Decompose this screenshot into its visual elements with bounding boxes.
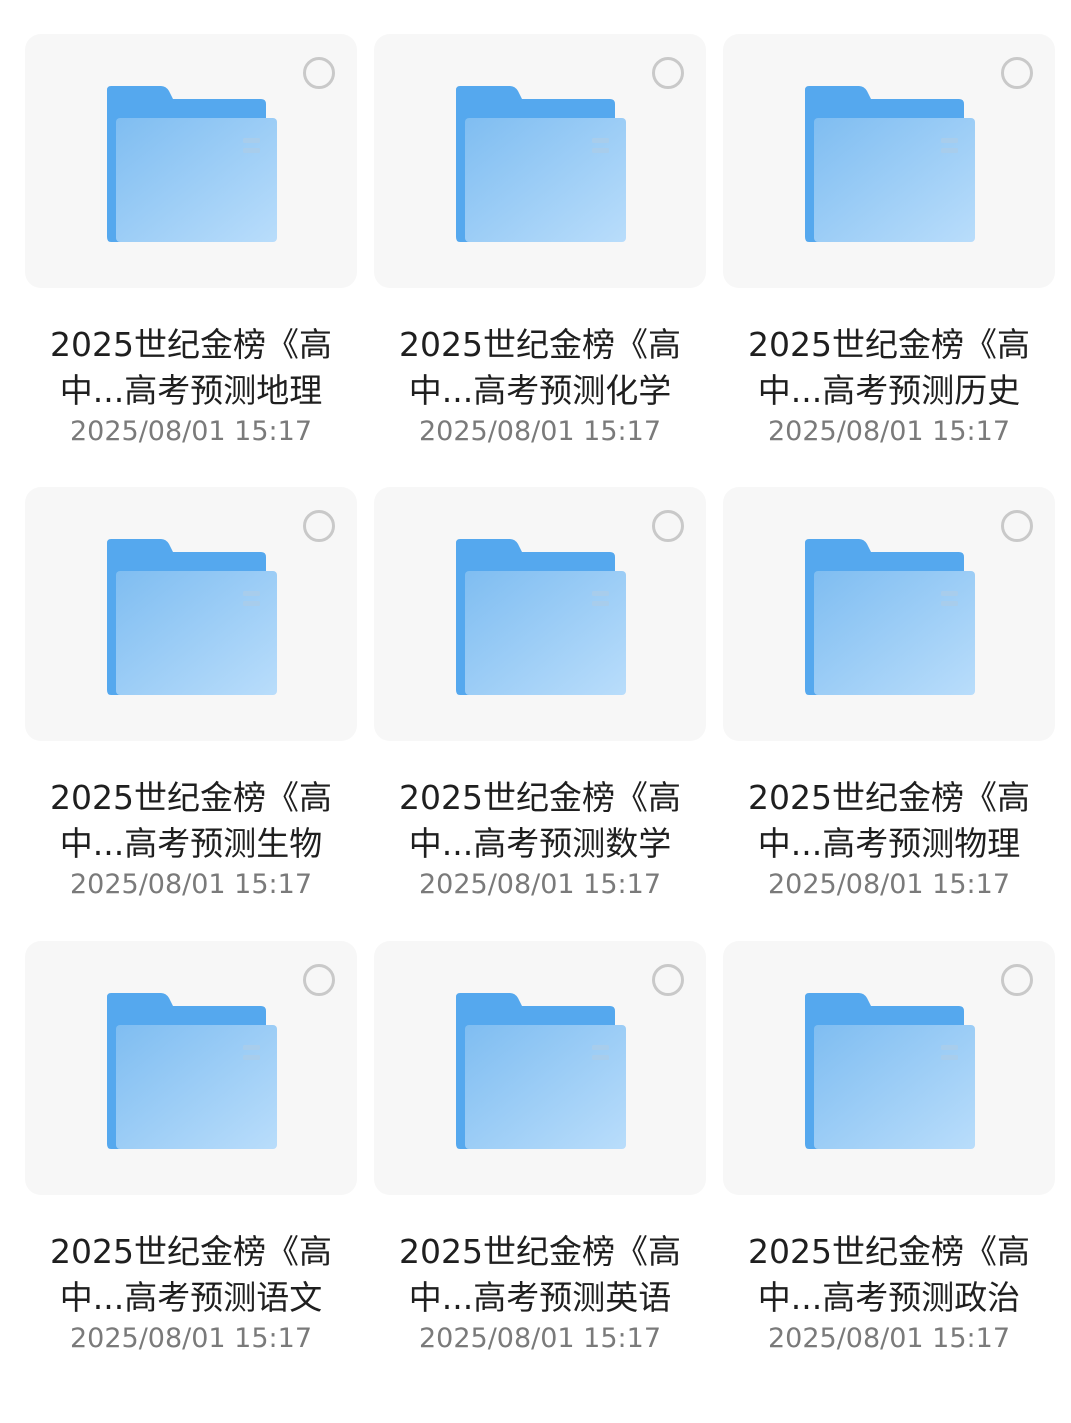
folder-icon [107, 993, 277, 1149]
file-name: 2025世纪金榜《高 中...高考预测生物 [25, 775, 357, 867]
folder-icon [107, 86, 277, 242]
file-date: 2025/08/01 15:17 [418, 416, 661, 447]
folder-item[interactable]: 2025世纪金榜《高 中...高考预测英语 2025/08/01 15:17 [374, 941, 706, 1361]
file-name-line: 中...高考预测化学 [408, 371, 672, 410]
file-name-line: 2025世纪金榜《高 [50, 325, 332, 364]
file-name-line: 中...高考预测物理 [757, 824, 1021, 863]
folder-item[interactable]: 2025世纪金榜《高 中...高考预测物理 2025/08/01 15:17 [723, 487, 1055, 907]
file-name-line: 2025世纪金榜《高 [748, 325, 1030, 364]
folder-thumbnail[interactable] [723, 34, 1055, 288]
folder-item[interactable]: 2025世纪金榜《高 中...高考预测生物 2025/08/01 15:17 [25, 487, 357, 907]
file-name-line: 2025世纪金榜《高 [50, 778, 332, 817]
file-date: 2025/08/01 15:17 [69, 869, 312, 900]
folder-icon [456, 86, 626, 242]
file-date: 2025/08/01 15:17 [767, 869, 1010, 900]
select-circle-icon[interactable] [652, 964, 684, 996]
file-name-line: 2025世纪金榜《高 [399, 778, 681, 817]
folder-thumbnail[interactable] [25, 34, 357, 288]
folder-item[interactable]: 2025世纪金榜《高 中...高考预测语文 2025/08/01 15:17 [25, 941, 357, 1361]
file-date: 2025/08/01 15:17 [767, 416, 1010, 447]
select-circle-icon[interactable] [1001, 510, 1033, 542]
file-name-line: 中...高考预测地理 [59, 371, 323, 410]
file-name-line: 中...高考预测语文 [59, 1278, 323, 1317]
file-name-line: 中...高考预测政治 [757, 1278, 1021, 1317]
file-name-line: 2025世纪金榜《高 [748, 778, 1030, 817]
folder-icon [805, 539, 975, 695]
file-name: 2025世纪金榜《高 中...高考预测地理 [25, 322, 357, 414]
file-name-line: 中...高考预测生物 [59, 824, 323, 863]
folder-icon [805, 993, 975, 1149]
file-date: 2025/08/01 15:17 [418, 1323, 661, 1354]
folder-icon [456, 993, 626, 1149]
file-name: 2025世纪金榜《高 中...高考预测数学 [374, 775, 706, 867]
folder-item[interactable]: 2025世纪金榜《高 中...高考预测数学 2025/08/01 15:17 [374, 487, 706, 907]
folder-item[interactable]: 2025世纪金榜《高 中...高考预测政治 2025/08/01 15:17 [723, 941, 1055, 1361]
file-date: 2025/08/01 15:17 [69, 416, 312, 447]
folder-item[interactable]: 2025世纪金榜《高 中...高考预测历史 2025/08/01 15:17 [723, 34, 1055, 454]
folder-thumbnail[interactable] [374, 34, 706, 288]
folder-thumbnail[interactable] [25, 941, 357, 1195]
select-circle-icon[interactable] [652, 510, 684, 542]
file-name-line: 2025世纪金榜《高 [399, 325, 681, 364]
folder-thumbnail[interactable] [374, 487, 706, 741]
folder-thumbnail[interactable] [374, 941, 706, 1195]
folder-icon [805, 86, 975, 242]
file-name-line: 中...高考预测数学 [408, 824, 672, 863]
file-name: 2025世纪金榜《高 中...高考预测政治 [723, 1229, 1055, 1321]
select-circle-icon[interactable] [1001, 964, 1033, 996]
select-circle-icon[interactable] [303, 964, 335, 996]
select-circle-icon[interactable] [303, 57, 335, 89]
file-date: 2025/08/01 15:17 [418, 869, 661, 900]
select-circle-icon[interactable] [652, 57, 684, 89]
folder-thumbnail[interactable] [25, 487, 357, 741]
folder-icon [107, 539, 277, 695]
file-name: 2025世纪金榜《高 中...高考预测语文 [25, 1229, 357, 1321]
select-circle-icon[interactable] [1001, 57, 1033, 89]
file-grid: 2025世纪金榜《高 中...高考预测地理 2025/08/01 15:17 2… [0, 0, 1071, 1423]
select-circle-icon[interactable] [303, 510, 335, 542]
file-name: 2025世纪金榜《高 中...高考预测化学 [374, 322, 706, 414]
folder-thumbnail[interactable] [723, 941, 1055, 1195]
file-name-line: 2025世纪金榜《高 [50, 1232, 332, 1271]
file-name-line: 中...高考预测历史 [757, 371, 1021, 410]
folder-icon [456, 539, 626, 695]
file-date: 2025/08/01 15:17 [69, 1323, 312, 1354]
folder-item[interactable]: 2025世纪金榜《高 中...高考预测地理 2025/08/01 15:17 [25, 34, 357, 454]
file-name-line: 中...高考预测英语 [408, 1278, 672, 1317]
file-name: 2025世纪金榜《高 中...高考预测物理 [723, 775, 1055, 867]
file-name-line: 2025世纪金榜《高 [399, 1232, 681, 1271]
folder-thumbnail[interactable] [723, 487, 1055, 741]
file-name-line: 2025世纪金榜《高 [748, 1232, 1030, 1271]
file-date: 2025/08/01 15:17 [767, 1323, 1010, 1354]
file-name: 2025世纪金榜《高 中...高考预测历史 [723, 322, 1055, 414]
file-name: 2025世纪金榜《高 中...高考预测英语 [374, 1229, 706, 1321]
folder-item[interactable]: 2025世纪金榜《高 中...高考预测化学 2025/08/01 15:17 [374, 34, 706, 454]
